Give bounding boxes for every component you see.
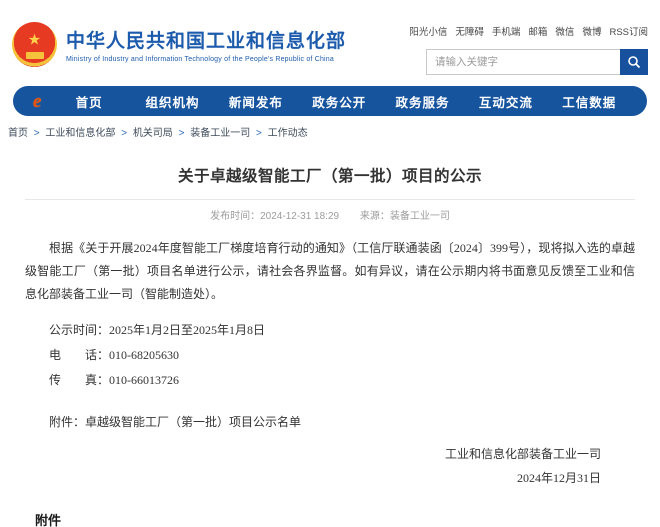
attachment-reference[interactable]: 附件：卓越级智能工厂（第一批）项目公示名单 (25, 413, 635, 430)
utility-link-weibo[interactable]: 微博 (582, 24, 601, 38)
signature-org: 工业和信息化部装备工业一司 (25, 442, 601, 466)
article-info-lines: 公示时间：2025年1月2日至2025年1月8日 电 话：010-6820563… (25, 318, 635, 392)
national-emblem-icon: ★ (12, 22, 57, 67)
utility-link-mail[interactable]: 邮箱 (528, 24, 547, 38)
utility-links: 阳光小信 无障碍 手机端 邮箱 微信 微博 RSS订阅 (426, 24, 648, 38)
breadcrumb: 首页 > 工业和信息化部 > 机关司局 > 装备工业一司 > 工作动态 (8, 124, 660, 139)
nav-item-gov-services[interactable]: 政务服务 (381, 92, 464, 111)
site-subtitle: Ministry of Industry and Information Tec… (66, 56, 346, 63)
utility-link-accessibility[interactable]: 无障碍 (455, 24, 484, 38)
utility-link-rss[interactable]: RSS订阅 (609, 24, 648, 38)
search-button[interactable] (620, 49, 648, 75)
nav-item-news[interactable]: 新闻发布 (214, 92, 297, 111)
signature-block: 工业和信息化部装备工业一司 2024年12月31日 (25, 442, 635, 490)
breadcrumb-miit[interactable]: 工业和信息化部 (45, 128, 115, 139)
site-title: 中华人民共和国工业和信息化部 (66, 26, 346, 53)
search-icon (627, 55, 641, 69)
breadcrumb-separator: > (179, 128, 185, 139)
breadcrumb-current: 工作动态 (268, 128, 308, 139)
emblem-star-icon: ★ (28, 33, 41, 48)
nav-item-interaction[interactable]: 互动交流 (464, 92, 547, 111)
breadcrumb-separator: > (34, 128, 40, 139)
nav-item-organization[interactable]: 组织机构 (131, 92, 214, 111)
attachment-heading: 附件 (35, 510, 660, 527)
site-brand[interactable]: ★ 中华人民共和国工业和信息化部 Ministry of Industry an… (12, 22, 346, 67)
main-nav: e 首页 组织机构 新闻发布 政务公开 政务服务 互动交流 工信数据 (13, 86, 647, 116)
contact-fax: 传 真：010-66013726 (25, 368, 635, 393)
breadcrumb-equipment-dept[interactable]: 装备工业一司 (190, 128, 250, 139)
utility-link-mobile[interactable]: 手机端 (492, 24, 521, 38)
article-title: 关于卓越级智能工厂（第一批）项目的公示 (25, 164, 635, 186)
breadcrumb-home[interactable]: 首页 (8, 128, 28, 139)
signature-date: 2024年12月31日 (25, 466, 601, 490)
publish-time: 发布时间：2024-12-31 18:29 (210, 211, 339, 222)
title-divider (25, 199, 635, 200)
site-header: ★ 中华人民共和国工业和信息化部 Ministry of Industry an… (0, 0, 660, 75)
article-source: 来源：装备工业一司 (360, 211, 450, 222)
breadcrumb-separator: > (121, 128, 127, 139)
nav-item-home[interactable]: 首页 (47, 92, 130, 111)
article-paragraph: 根据《关于开展2024年度智能工厂梯度培育行动的通知》（工信厅联通装函〔2024… (25, 237, 635, 305)
breadcrumb-separator: > (256, 128, 262, 139)
nav-item-gov-disclosure[interactable]: 政务公开 (298, 92, 381, 111)
contact-phone: 电 话：010-68205630 (25, 343, 635, 368)
publicity-period: 公示时间：2025年1月2日至2025年1月8日 (25, 318, 635, 343)
utility-link-wechat[interactable]: 微信 (555, 24, 574, 38)
nav-item-data[interactable]: 工信数据 (548, 92, 631, 111)
miit-logo-icon: e (33, 92, 41, 111)
article-meta: 发布时间：2024-12-31 18:29 来源：装备工业一司 (25, 207, 635, 222)
search-bar (426, 49, 648, 75)
search-input[interactable] (426, 49, 620, 75)
article: 关于卓越级智能工厂（第一批）项目的公示 发布时间：2024-12-31 18:2… (25, 164, 635, 490)
utility-link-sunshine[interactable]: 阳光小信 (409, 24, 447, 38)
emblem-gate-icon (26, 52, 44, 59)
breadcrumb-departments[interactable]: 机关司局 (133, 128, 173, 139)
